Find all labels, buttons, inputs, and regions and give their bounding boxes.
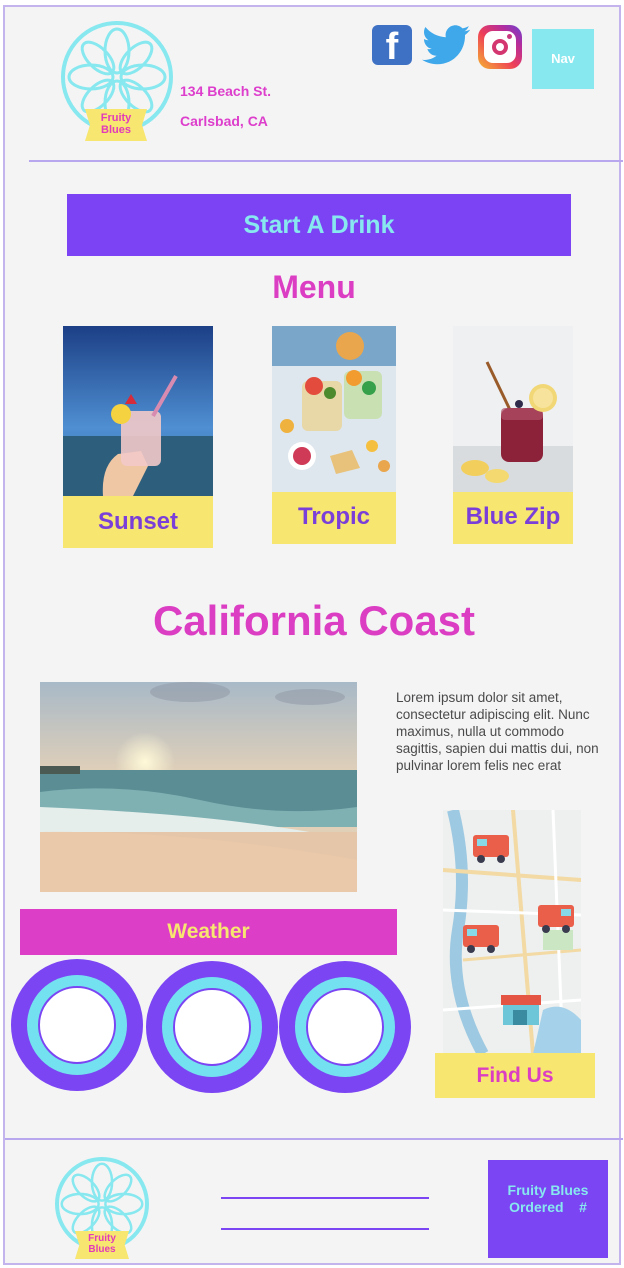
footer-logo[interactable]: Fruity Blues — [53, 1157, 153, 1261]
menu-item-label: Blue Zip — [453, 492, 573, 544]
sunset-drink-image — [63, 326, 213, 496]
logo-badge: Fruity Blues — [75, 1231, 129, 1259]
tropic-drink-image — [272, 326, 396, 492]
find-us-button[interactable]: Find Us — [435, 1053, 595, 1098]
order-counter-title: Fruity Blues — [507, 1182, 589, 1198]
menu-item-blue-zip[interactable]: Blue Zip — [453, 326, 573, 544]
menu-item-label: Tropic — [272, 492, 396, 544]
weather-widget-2[interactable] — [146, 961, 278, 1093]
coast-description: Lorem ipsum dolor sit amet, consectetur … — [396, 690, 599, 773]
weather-widget-3[interactable] — [279, 961, 411, 1093]
logo-text: Fruity Blues — [100, 112, 132, 136]
menu-item-tropic[interactable]: Tropic — [272, 326, 396, 544]
menu-item-sunset[interactable]: Sunset — [63, 326, 213, 548]
facebook-icon[interactable]: f — [372, 25, 412, 68]
weather-bar[interactable]: Weather — [20, 909, 397, 955]
start-drink-button[interactable]: Start A Drink — [67, 194, 571, 256]
address-line-2: Carlsbad, CA — [180, 113, 268, 129]
map-image[interactable] — [443, 810, 581, 1054]
logo-text: Fruity Blues — [88, 1233, 116, 1255]
order-counter-value: Ordered # — [509, 1199, 587, 1215]
app-frame: Fruity Blues 134 Beach St. Carlsbad, CA … — [3, 5, 623, 1265]
footer-link-line-1[interactable] — [221, 1197, 429, 1199]
logo[interactable]: Fruity Blues — [57, 19, 177, 149]
beach-image — [40, 682, 357, 892]
logo-badge: Fruity Blues — [85, 109, 147, 141]
menu-item-label: Sunset — [63, 496, 213, 548]
instagram-icon[interactable] — [478, 25, 522, 69]
weather-widget-1[interactable] — [11, 959, 143, 1091]
nav-button[interactable]: Nav — [532, 29, 594, 89]
twitter-icon[interactable] — [421, 25, 471, 65]
coast-title: California Coast — [152, 597, 476, 644]
header-divider — [29, 160, 623, 162]
address-line-1: 134 Beach St. — [180, 83, 272, 99]
order-counter: Fruity Blues Ordered # — [488, 1160, 608, 1258]
footer-link-line-2[interactable] — [221, 1228, 429, 1230]
shop-icon — [501, 995, 541, 1025]
footer-divider — [5, 1138, 623, 1140]
blue-zip-drink-image — [453, 326, 573, 492]
menu-title: Menu — [272, 269, 356, 305]
